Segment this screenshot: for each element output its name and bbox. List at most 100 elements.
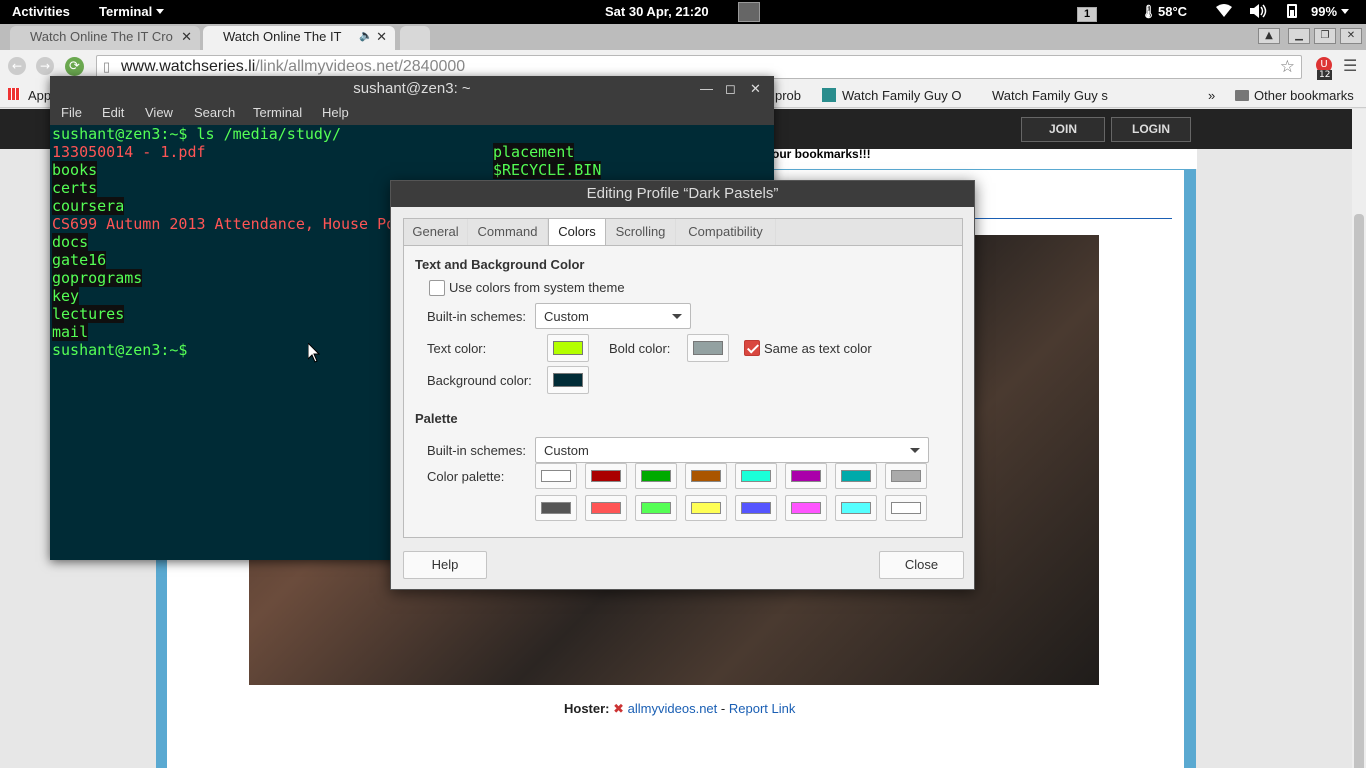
activities-button[interactable]: Activities: [12, 4, 70, 19]
bookmark-truncated[interactable]: prob: [775, 88, 801, 103]
bookmark-item[interactable]: Watch Family Guy s: [992, 88, 1108, 103]
palette-schemes-select[interactable]: Custom: [535, 437, 929, 463]
page-scrollbar[interactable]: [1352, 109, 1366, 768]
scrollbar-thumb[interactable]: [1354, 214, 1364, 768]
color-palette-label: Color palette:: [427, 469, 505, 484]
palette-swatch: [841, 502, 871, 514]
file-entry: CS699 Autumn 2013 Attendance, House Po: [52, 215, 396, 233]
back-icon[interactable]: ←: [8, 57, 26, 75]
close-window-icon[interactable]: ✕: [1340, 28, 1362, 44]
browser-tab-active[interactable]: Watch Online The IT 🔈 ✕: [203, 26, 395, 50]
menu-help[interactable]: Help: [322, 105, 349, 120]
palette-color-button[interactable]: [685, 495, 727, 521]
dir-entry: coursera: [52, 197, 125, 215]
profile-icon[interactable]: ▲: [1258, 28, 1280, 44]
hoster-link[interactable]: allmyvideos.net: [628, 701, 718, 716]
palette-color-button[interactable]: [835, 463, 877, 489]
hoster-label: Hoster:: [564, 701, 610, 716]
palette-schemes-label: Built-in schemes:: [427, 443, 526, 458]
forward-icon[interactable]: →: [36, 57, 54, 75]
login-button[interactable]: LOGIN: [1111, 117, 1191, 142]
dialog-notebook: General Command Colors Scrolling Compati…: [403, 218, 963, 538]
palette-color-button[interactable]: [885, 463, 927, 489]
palette-swatch: [741, 470, 771, 482]
menu-file[interactable]: File: [61, 105, 82, 120]
palette-color-button[interactable]: [635, 495, 677, 521]
reload-icon[interactable]: ⟳: [65, 57, 84, 76]
terminal-menubar: File Edit View Search Terminal Help: [50, 101, 774, 125]
notice-text: our bookmarks!!!: [772, 147, 871, 161]
temperature[interactable]: 58°C: [1158, 4, 1187, 19]
use-system-theme-checkbox[interactable]: [429, 280, 445, 296]
profile-dialog[interactable]: Editing Profile “Dark Pastels” General C…: [390, 180, 975, 590]
close-button[interactable]: Close: [879, 551, 964, 579]
builtin-schemes-select[interactable]: Custom: [535, 303, 691, 329]
minimize-icon[interactable]: ▁: [1288, 28, 1310, 44]
tab-scrolling[interactable]: Scrolling: [606, 219, 676, 245]
tab-compatibility[interactable]: Compatibility: [676, 219, 776, 245]
background-color-label: Background color:: [427, 373, 532, 388]
bold-color-button[interactable]: [687, 334, 729, 362]
close-icon[interactable]: ✕: [750, 76, 761, 101]
menu-icon[interactable]: ☰: [1343, 56, 1357, 75]
background-color-button[interactable]: [547, 366, 589, 394]
help-button[interactable]: Help: [403, 551, 487, 579]
battery-percent[interactable]: 99%: [1311, 4, 1350, 19]
palette-swatch: [741, 502, 771, 514]
terminal-titlebar[interactable]: sushant@zen3: ~ — ◻ ✕: [50, 76, 774, 101]
palette-color-button[interactable]: [685, 463, 727, 489]
join-button[interactable]: JOIN: [1021, 117, 1105, 142]
palette-color-button[interactable]: [635, 463, 677, 489]
palette-color-button[interactable]: [535, 495, 577, 521]
new-tab-button[interactable]: [400, 26, 430, 50]
palette-color-button[interactable]: [835, 495, 877, 521]
palette-color-button[interactable]: [535, 463, 577, 489]
clock[interactable]: Sat 30 Apr, 21:20: [605, 4, 709, 19]
palette-color-button[interactable]: [885, 495, 927, 521]
text-color-swatch: [553, 341, 583, 355]
other-bookmarks[interactable]: Other bookmarks: [1254, 88, 1354, 103]
mouse-cursor-icon: [308, 343, 320, 363]
menu-edit[interactable]: Edit: [102, 105, 124, 120]
minimize-icon[interactable]: —: [700, 76, 713, 101]
restore-icon[interactable]: ❐: [1314, 28, 1336, 44]
tab-colors[interactable]: Colors: [548, 219, 606, 245]
bookmark-favicon: [822, 88, 836, 102]
bookmark-overflow[interactable]: »: [1208, 88, 1215, 103]
close-icon[interactable]: ✕: [376, 29, 387, 45]
maximize-icon[interactable]: ◻: [725, 76, 736, 101]
workspace-indicator[interactable]: 1: [1077, 5, 1098, 22]
report-link[interactable]: Report Link: [729, 701, 795, 716]
menu-terminal[interactable]: Terminal: [253, 105, 302, 120]
app-thumbnail-icon[interactable]: [738, 2, 760, 22]
hoster-line: Hoster: ✖ allmyvideos.net - Report Link: [564, 701, 795, 717]
palette-color-button[interactable]: [735, 463, 777, 489]
prompt: sushant@zen3:~$: [52, 341, 188, 359]
dir-entry: gate16: [52, 251, 107, 269]
dialog-title[interactable]: Editing Profile “Dark Pastels”: [391, 181, 974, 207]
browser-tab-label: Watch Online The IT: [223, 29, 342, 44]
wifi-icon[interactable]: [1216, 4, 1232, 21]
same-as-text-checkbox[interactable]: [744, 340, 760, 356]
palette-color-button[interactable]: [735, 495, 777, 521]
volume-icon[interactable]: [1250, 4, 1268, 21]
tab-command[interactable]: Command: [468, 219, 548, 245]
text-color-button[interactable]: [547, 334, 589, 362]
hoster-icon: ✖: [613, 701, 625, 716]
app-menu[interactable]: Terminal: [99, 4, 165, 19]
menu-view[interactable]: View: [145, 105, 173, 120]
apps-icon[interactable]: [8, 88, 20, 103]
palette-color-button[interactable]: [785, 463, 827, 489]
battery-icon[interactable]: [1287, 4, 1297, 19]
prompt: sushant@zen3:~$: [52, 125, 188, 143]
tab-general[interactable]: General: [404, 219, 468, 245]
palette-color-button[interactable]: [785, 495, 827, 521]
palette-color-button[interactable]: [585, 495, 627, 521]
palette-color-button[interactable]: [585, 463, 627, 489]
dir-entry: mail: [52, 323, 89, 341]
close-icon[interactable]: ✕: [181, 29, 192, 45]
browser-tab[interactable]: Watch Online The IT Cro ✕: [10, 26, 200, 50]
star-icon[interactable]: ☆: [1280, 57, 1295, 77]
menu-search[interactable]: Search: [194, 105, 235, 120]
bookmark-item[interactable]: Watch Family Guy O: [842, 88, 961, 103]
